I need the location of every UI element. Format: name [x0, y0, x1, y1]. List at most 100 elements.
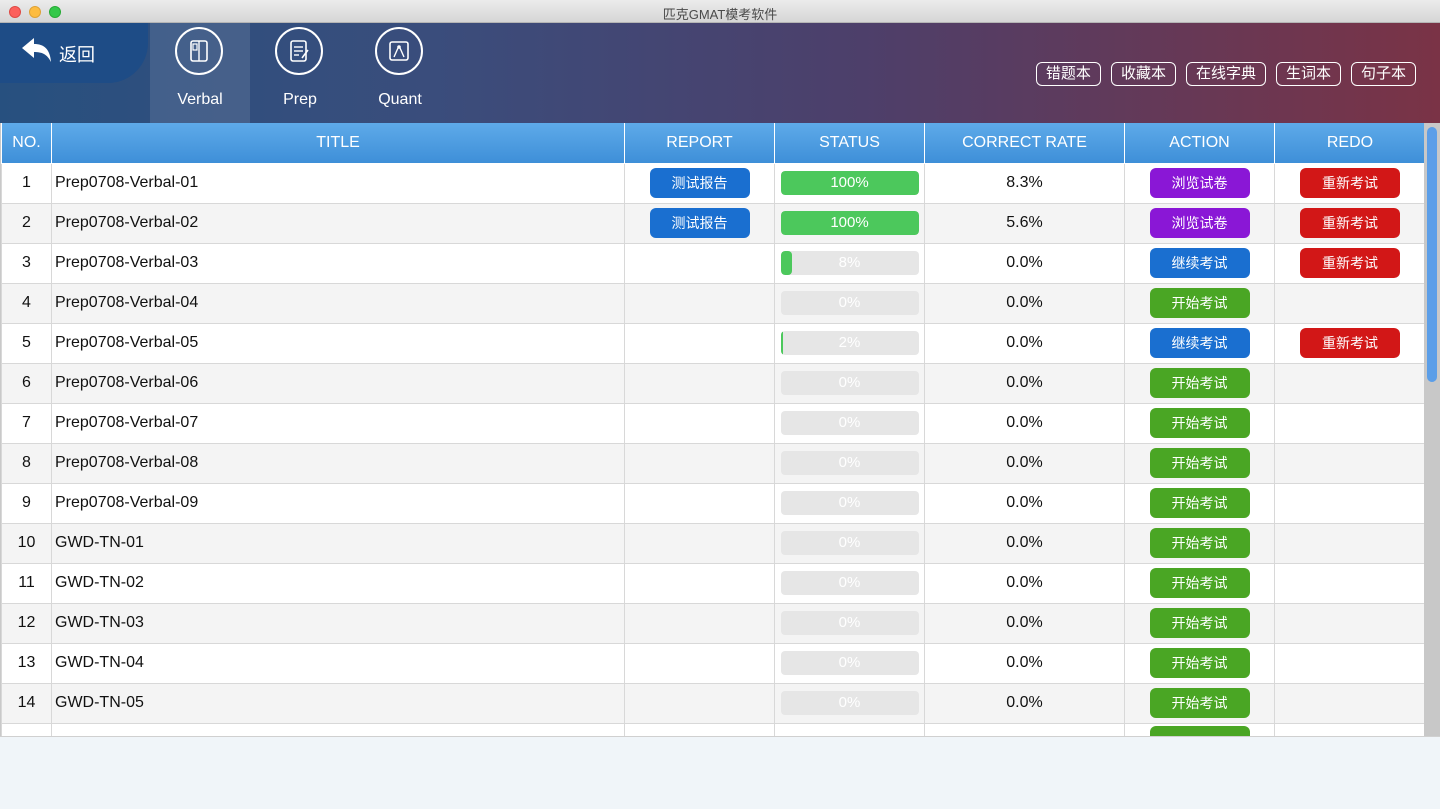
correct-rate: 0.0% — [924, 442, 1125, 484]
action-cell: 开始考试 — [1124, 602, 1275, 644]
column-header-title: TITLE — [51, 123, 625, 164]
action-button[interactable]: 开始考试 — [1149, 288, 1250, 318]
report-cell — [624, 362, 775, 404]
window-title: 匹克GMAT模考软件 — [662, 7, 778, 22]
action-button[interactable]: 开始考试 — [1149, 608, 1250, 638]
redo-exam-button[interactable]: 重新考试 — [1300, 208, 1400, 238]
correct-rate: 0.0% — [924, 402, 1125, 444]
action-button[interactable]: 开始考试 — [1149, 368, 1250, 398]
row-title: Prep0708-Verbal-07 — [51, 402, 625, 444]
action-button[interactable]: 开始考试 — [1149, 568, 1250, 598]
row-title: GWD-TN-05 — [51, 682, 625, 724]
column-header-correct-rate: CORRECT RATE — [924, 123, 1125, 164]
vertical-scrollbar[interactable] — [1424, 123, 1440, 736]
correct-rate: 0.0% — [924, 482, 1125, 524]
row-number: 7 — [1, 402, 52, 444]
vocabulary-book-button[interactable]: 生词本 — [1275, 62, 1341, 86]
progress-bar: 100% — [780, 211, 919, 235]
action-button[interactable]: 开始考试 — [1149, 688, 1250, 718]
online-dictionary-button[interactable]: 在线字典 — [1185, 62, 1266, 86]
report-cell — [624, 322, 775, 364]
action-button[interactable]: 开始考试 — [1149, 448, 1250, 478]
progress-text: 0% — [838, 694, 861, 711]
row-title: Prep0708-Verbal-04 — [51, 282, 625, 324]
row-title: GWD-TN-04 — [51, 642, 625, 684]
book-icon — [175, 27, 223, 75]
row-title: Prep0708-Verbal-09 — [51, 482, 625, 524]
redo-exam-button[interactable]: 重新考试 — [1300, 328, 1400, 358]
status-cell: 0% — [774, 482, 925, 524]
action-cell: 浏览试卷 — [1124, 162, 1275, 204]
row-number: 12 — [1, 602, 52, 644]
action-button[interactable]: 开始考试 — [1149, 488, 1250, 518]
correct-rate: 8.3% — [924, 162, 1125, 204]
action-button[interactable]: 浏览试卷 — [1149, 168, 1250, 198]
table-row: 6 Prep0708-Verbal-06 0% 0.0% 开始考试 — [1, 362, 1424, 404]
row-number: 11 — [1, 562, 52, 604]
table-row: 7 Prep0708-Verbal-07 0% 0.0% 开始考试 — [1, 402, 1424, 444]
action-cell: 开始考试 — [1124, 282, 1275, 324]
toolbar: 错题本 收藏本 在线字典 生词本 句子本 — [1035, 62, 1416, 86]
action-button[interactable]: 开始考试 — [1149, 408, 1250, 438]
action-button[interactable] — [1149, 725, 1250, 736]
table-row: 9 Prep0708-Verbal-09 0% 0.0% 开始考试 — [1, 482, 1424, 524]
progress-text: 0% — [838, 654, 861, 671]
report-cell — [624, 562, 775, 604]
row-title: Prep0708-Verbal-03 — [51, 242, 625, 284]
redo-exam-button[interactable]: 重新考试 — [1300, 248, 1400, 278]
correct-rate: 0.0% — [924, 642, 1125, 684]
tab-verbal[interactable]: Verbal — [150, 23, 250, 123]
compass-icon — [375, 27, 423, 75]
redo-cell — [1274, 682, 1424, 724]
progress-bar: 0% — [780, 531, 919, 555]
report-cell — [624, 682, 775, 724]
row-title: Prep0708-Verbal-02 — [51, 202, 625, 244]
action-button[interactable]: 开始考试 — [1149, 528, 1250, 558]
scrollbar-thumb[interactable] — [1427, 127, 1437, 382]
redo-exam-button[interactable]: 重新考试 — [1300, 168, 1400, 198]
progress-bar: 0% — [780, 291, 919, 315]
report-cell — [624, 482, 775, 524]
progress-text: 100% — [830, 214, 869, 231]
tab-prep[interactable]: Prep — [250, 23, 350, 123]
action-cell: 开始考试 — [1124, 682, 1275, 724]
table-row: 5 Prep0708-Verbal-05 2% 0.0% 继续考试 重新考试 — [1, 322, 1424, 364]
test-report-button[interactable]: 测试报告 — [649, 208, 750, 238]
action-button[interactable]: 开始考试 — [1149, 648, 1250, 678]
progress-text: 0% — [838, 294, 861, 311]
status-cell: 0% — [774, 442, 925, 484]
action-cell: 继续考试 — [1124, 322, 1275, 364]
table-row: 1 Prep0708-Verbal-01 测试报告 100% 8.3% 浏览试卷 重新考试 — [1, 162, 1424, 204]
redo-cell — [1274, 602, 1424, 644]
row-number: 10 — [1, 522, 52, 564]
correct-rate: 0.0% — [924, 682, 1125, 724]
mistakes-book-button[interactable]: 错题本 — [1035, 62, 1101, 86]
action-cell: 开始考试 — [1124, 442, 1275, 484]
progress-bar: 2% — [780, 331, 919, 355]
report-cell: 测试报告 — [624, 202, 775, 244]
redo-cell: 重新考试 — [1274, 242, 1424, 284]
action-button[interactable]: 浏览试卷 — [1149, 208, 1250, 238]
action-button[interactable]: 继续考试 — [1149, 248, 1250, 278]
action-button[interactable]: 继续考试 — [1149, 328, 1250, 358]
report-cell — [624, 242, 775, 284]
test-report-button[interactable]: 测试报告 — [649, 168, 750, 198]
progress-text: 8% — [838, 254, 861, 271]
tab-quant[interactable]: Quant — [350, 23, 450, 123]
table-row: 3 Prep0708-Verbal-03 8% 0.0% 继续考试 重新考试 — [1, 242, 1424, 284]
action-cell: 开始考试 — [1124, 642, 1275, 684]
report-cell — [624, 602, 775, 644]
status-cell: 2% — [774, 322, 925, 364]
redo-cell — [1274, 362, 1424, 404]
app-window: 匹克GMAT模考软件 返回 Verbal Prep Quant 错题本 收藏本 … — [0, 0, 1440, 809]
back-button[interactable]: 返回 — [0, 23, 148, 83]
header-bar: 返回 Verbal Prep Quant 错题本 收藏本 在线字典 生词本 句子… — [0, 23, 1440, 123]
row-number: 2 — [1, 202, 52, 244]
status-cell — [774, 722, 925, 736]
row-title: Prep0708-Verbal-05 — [51, 322, 625, 364]
title-bar: 匹克GMAT模考软件 — [0, 0, 1440, 23]
report-cell — [624, 722, 775, 736]
sentence-book-button[interactable]: 句子本 — [1350, 62, 1416, 86]
status-cell: 0% — [774, 522, 925, 564]
favorites-button[interactable]: 收藏本 — [1110, 62, 1176, 86]
